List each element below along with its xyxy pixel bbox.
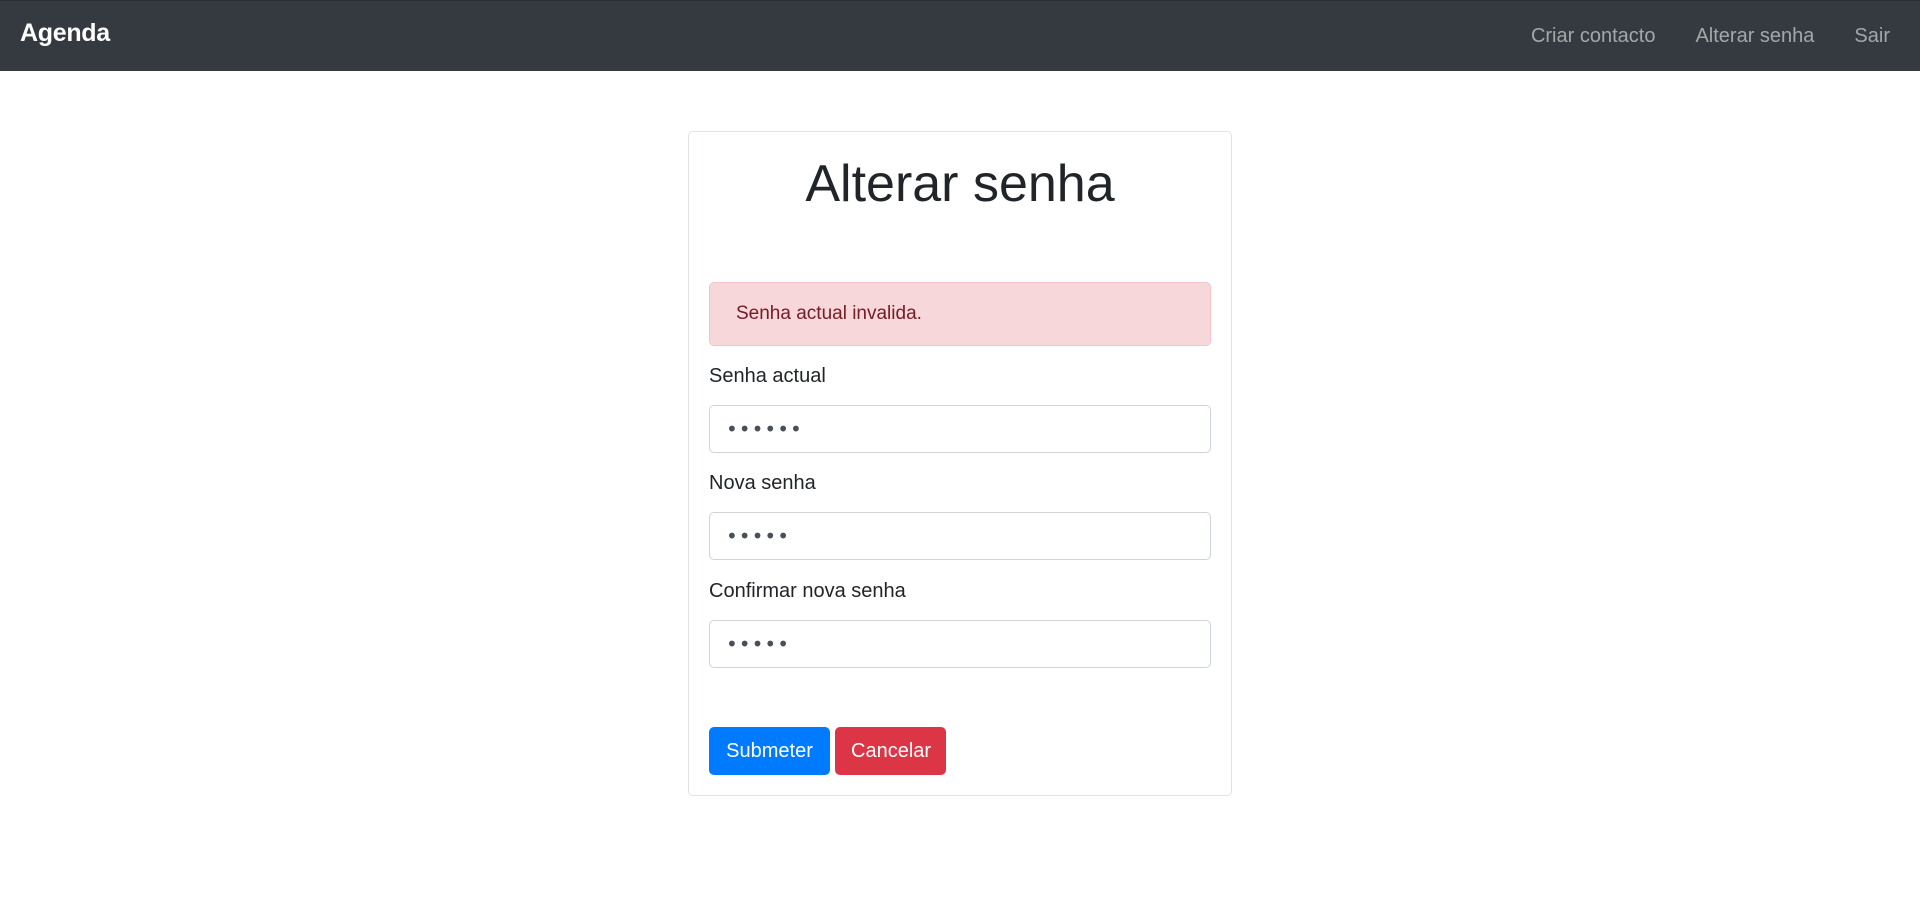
top-navbar: Agenda Criar contacto Alterar senha Sair [0, 0, 1920, 71]
error-alert: Senha actual invalida. [709, 282, 1211, 346]
current-password-input[interactable] [709, 405, 1211, 453]
confirm-password-input[interactable] [709, 620, 1211, 668]
current-password-label: Senha actual [709, 365, 826, 387]
brand-link[interactable]: Agenda [20, 19, 110, 48]
nav-link-alterar-senha[interactable]: Alterar senha [1675, 25, 1834, 48]
nav-link-sair[interactable]: Sair [1834, 25, 1910, 48]
nav-link-criar-contacto[interactable]: Criar contacto [1511, 25, 1676, 48]
cancel-button[interactable]: Cancelar [835, 727, 946, 775]
submit-button[interactable]: Submeter [709, 727, 830, 775]
nav-links: Criar contacto Alterar senha Sair [1511, 1, 1920, 71]
new-password-label: Nova senha [709, 472, 816, 494]
page-title: Alterar senha [805, 155, 1115, 213]
confirm-password-label: Confirmar nova senha [709, 580, 906, 602]
new-password-input[interactable] [709, 512, 1211, 560]
change-password-card: Alterar senha Senha actual invalida. Sen… [688, 131, 1232, 796]
